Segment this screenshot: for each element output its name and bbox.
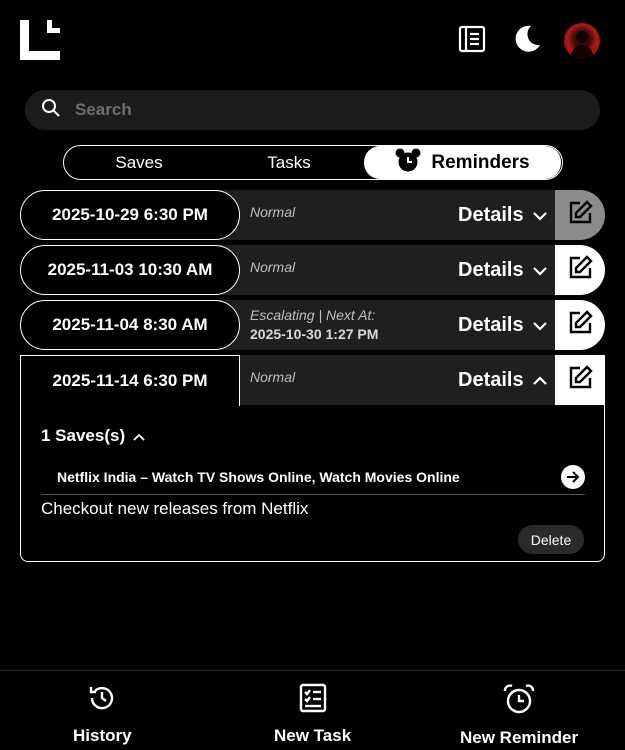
reminder-row: 2025-11-03 10:30 AM Normal Details <box>20 245 605 295</box>
reminder-date: 2025-11-03 10:30 AM <box>20 245 240 295</box>
reminder-status: Escalating | Next At: 2025-10-30 1:27 PM <box>250 306 378 344</box>
nav-new-task[interactable]: New Task <box>274 683 351 746</box>
nav-new-task-label: New Task <box>274 726 352 745</box>
reminder-date: 2025-11-14 6:30 PM <box>20 355 240 406</box>
search-icon <box>41 98 61 123</box>
nav-history-label: History <box>73 726 132 745</box>
nav-new-reminder[interactable]: New Reminder <box>460 683 578 748</box>
tab-reminders[interactable]: Reminders <box>364 146 561 179</box>
app-logo[interactable] <box>20 20 60 60</box>
history-icon <box>87 683 117 718</box>
edit-button[interactable] <box>555 190 605 240</box>
details-label: Details <box>458 258 524 281</box>
edit-icon <box>566 199 594 232</box>
tab-saves[interactable]: Saves <box>64 146 214 179</box>
save-item-title: Netflix India – Watch TV Shows Online, W… <box>57 469 460 485</box>
reminder-row-expanded: 2025-11-14 6:30 PM Normal Details <box>20 355 605 406</box>
tab-tasks-label: Tasks <box>267 152 311 172</box>
saves-toggle[interactable]: 1 Saves(s) <box>41 426 145 446</box>
nav-history[interactable]: History <box>73 683 132 746</box>
reminder-note: Checkout new releases from Netflix <box>41 499 309 518</box>
details-label: Details <box>458 368 524 391</box>
arrow-right-icon[interactable] <box>561 465 585 489</box>
bottom-nav: History New Task New Reminder <box>0 670 625 750</box>
edit-button[interactable] <box>555 245 605 295</box>
search-bar[interactable] <box>25 90 600 130</box>
details-toggle[interactable]: Details <box>458 300 548 350</box>
alarm-clock-icon <box>502 683 536 720</box>
moon-icon[interactable] <box>510 22 544 56</box>
edit-button[interactable] <box>555 300 605 350</box>
reminder-status-line1: Escalating | Next At: <box>250 307 376 323</box>
tab-reminders-label: Reminders <box>431 151 530 173</box>
edit-icon <box>566 309 594 342</box>
delete-button[interactable]: Delete <box>518 525 584 554</box>
reminder-date: 2025-11-04 8:30 AM <box>20 300 240 350</box>
notebook-icon[interactable] <box>455 22 489 56</box>
reminder-status: Normal <box>250 204 296 220</box>
alarm-clock-icon <box>395 148 421 178</box>
details-label: Details <box>458 203 524 226</box>
chevron-up-icon <box>133 426 145 446</box>
details-toggle[interactable]: Details <box>458 245 548 295</box>
details-toggle[interactable]: Details <box>458 190 548 240</box>
view-tabs: Saves Tasks Reminders <box>63 145 563 180</box>
chevron-down-icon <box>532 204 548 227</box>
tab-tasks[interactable]: Tasks <box>214 146 364 179</box>
reminder-date: 2025-10-29 6:30 PM <box>20 190 240 240</box>
nav-new-reminder-label: New Reminder <box>460 728 579 747</box>
saves-count: 1 Saves(s) <box>41 426 126 445</box>
reminder-details-panel: 1 Saves(s) Netflix India – Watch TV Show… <box>20 405 605 562</box>
reminder-row: 2025-10-29 6:30 PM Normal Details <box>20 190 605 240</box>
reminder-next-at: 2025-10-30 1:27 PM <box>250 326 379 342</box>
user-avatar[interactable] <box>564 23 600 59</box>
chevron-down-icon <box>532 259 548 282</box>
details-toggle[interactable]: Details <box>458 355 548 405</box>
reminder-status: Normal <box>250 259 296 275</box>
chevron-up-icon <box>532 369 548 392</box>
tab-saves-label: Saves <box>115 152 163 172</box>
edit-icon <box>566 254 594 287</box>
search-input[interactable] <box>75 100 555 120</box>
chevron-down-icon <box>532 314 548 337</box>
save-item[interactable]: Netflix India – Watch TV Shows Online, W… <box>41 460 585 495</box>
details-label: Details <box>458 313 524 336</box>
reminder-row: 2025-11-04 8:30 AM Escalating | Next At:… <box>20 300 605 350</box>
edit-icon <box>566 364 594 397</box>
task-list-icon <box>299 683 327 718</box>
reminder-status: Normal <box>250 369 296 385</box>
edit-button[interactable] <box>555 355 605 405</box>
